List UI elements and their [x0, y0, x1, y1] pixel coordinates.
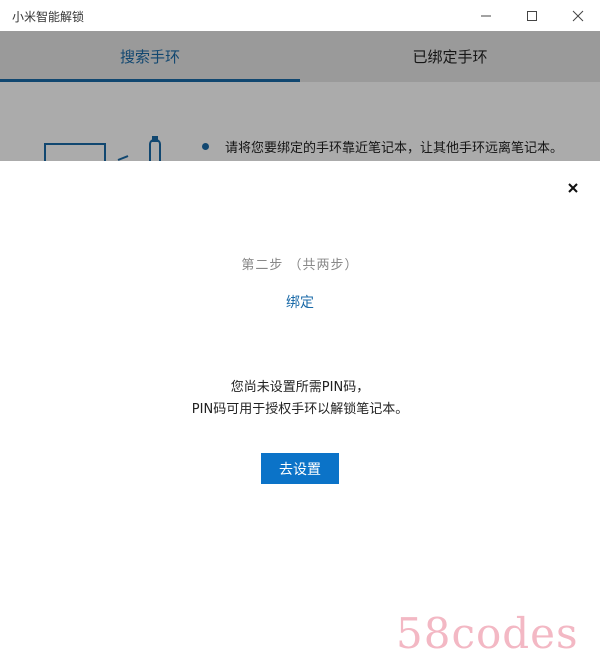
go-to-settings-button[interactable]: 去设置	[261, 453, 339, 484]
minimize-icon	[481, 15, 491, 16]
close-icon	[572, 10, 584, 21]
step-indicator: 第二步 （共两步）	[241, 258, 359, 273]
pin-message: 您尚未设置所需PIN码， PIN码可用于授权手环以解锁笔记本。	[0, 377, 600, 421]
message-line: 您尚未设置所需PIN码，	[230, 380, 370, 395]
maximize-button[interactable]	[509, 0, 555, 31]
close-icon	[568, 183, 578, 193]
app-title: 小米智能解锁	[12, 10, 85, 24]
maximize-icon	[527, 10, 537, 21]
modal-overlay	[0, 31, 600, 161]
message-line: PIN码可用于授权手环以解锁笔记本。	[191, 402, 409, 417]
step-title: 绑定	[286, 295, 314, 311]
title-bar: 小米智能解锁	[0, 0, 600, 31]
minimize-button[interactable]	[463, 0, 509, 31]
window-close-button[interactable]	[555, 0, 600, 31]
dialog-close-button[interactable]	[562, 177, 584, 199]
watermark-text: 58codes	[396, 609, 579, 658]
pin-setup-dialog: 第二步 （共两步） 绑定 您尚未设置所需PIN码， PIN码可用于授权手环以解锁…	[0, 161, 600, 668]
